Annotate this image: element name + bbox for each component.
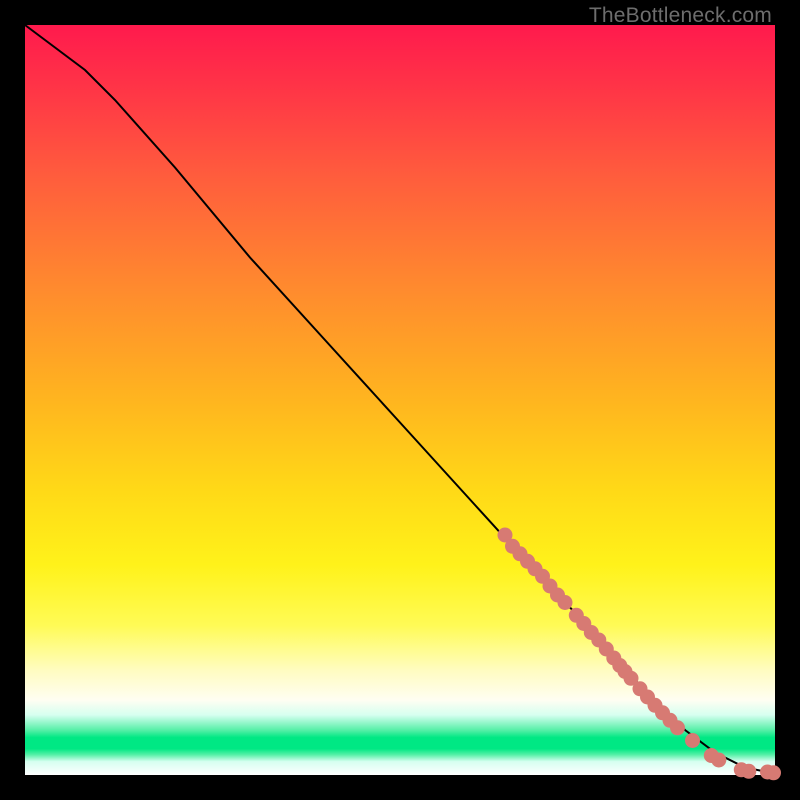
data-point [711,753,726,768]
data-point [766,765,781,780]
bottleneck-curve [25,25,775,773]
data-point [685,733,700,748]
data-point [741,764,756,779]
data-markers [498,528,782,781]
chart-svg [25,25,775,775]
data-point [558,595,573,610]
plot-area [25,25,775,775]
data-point [670,720,685,735]
chart-frame: TheBottleneck.com [0,0,800,800]
